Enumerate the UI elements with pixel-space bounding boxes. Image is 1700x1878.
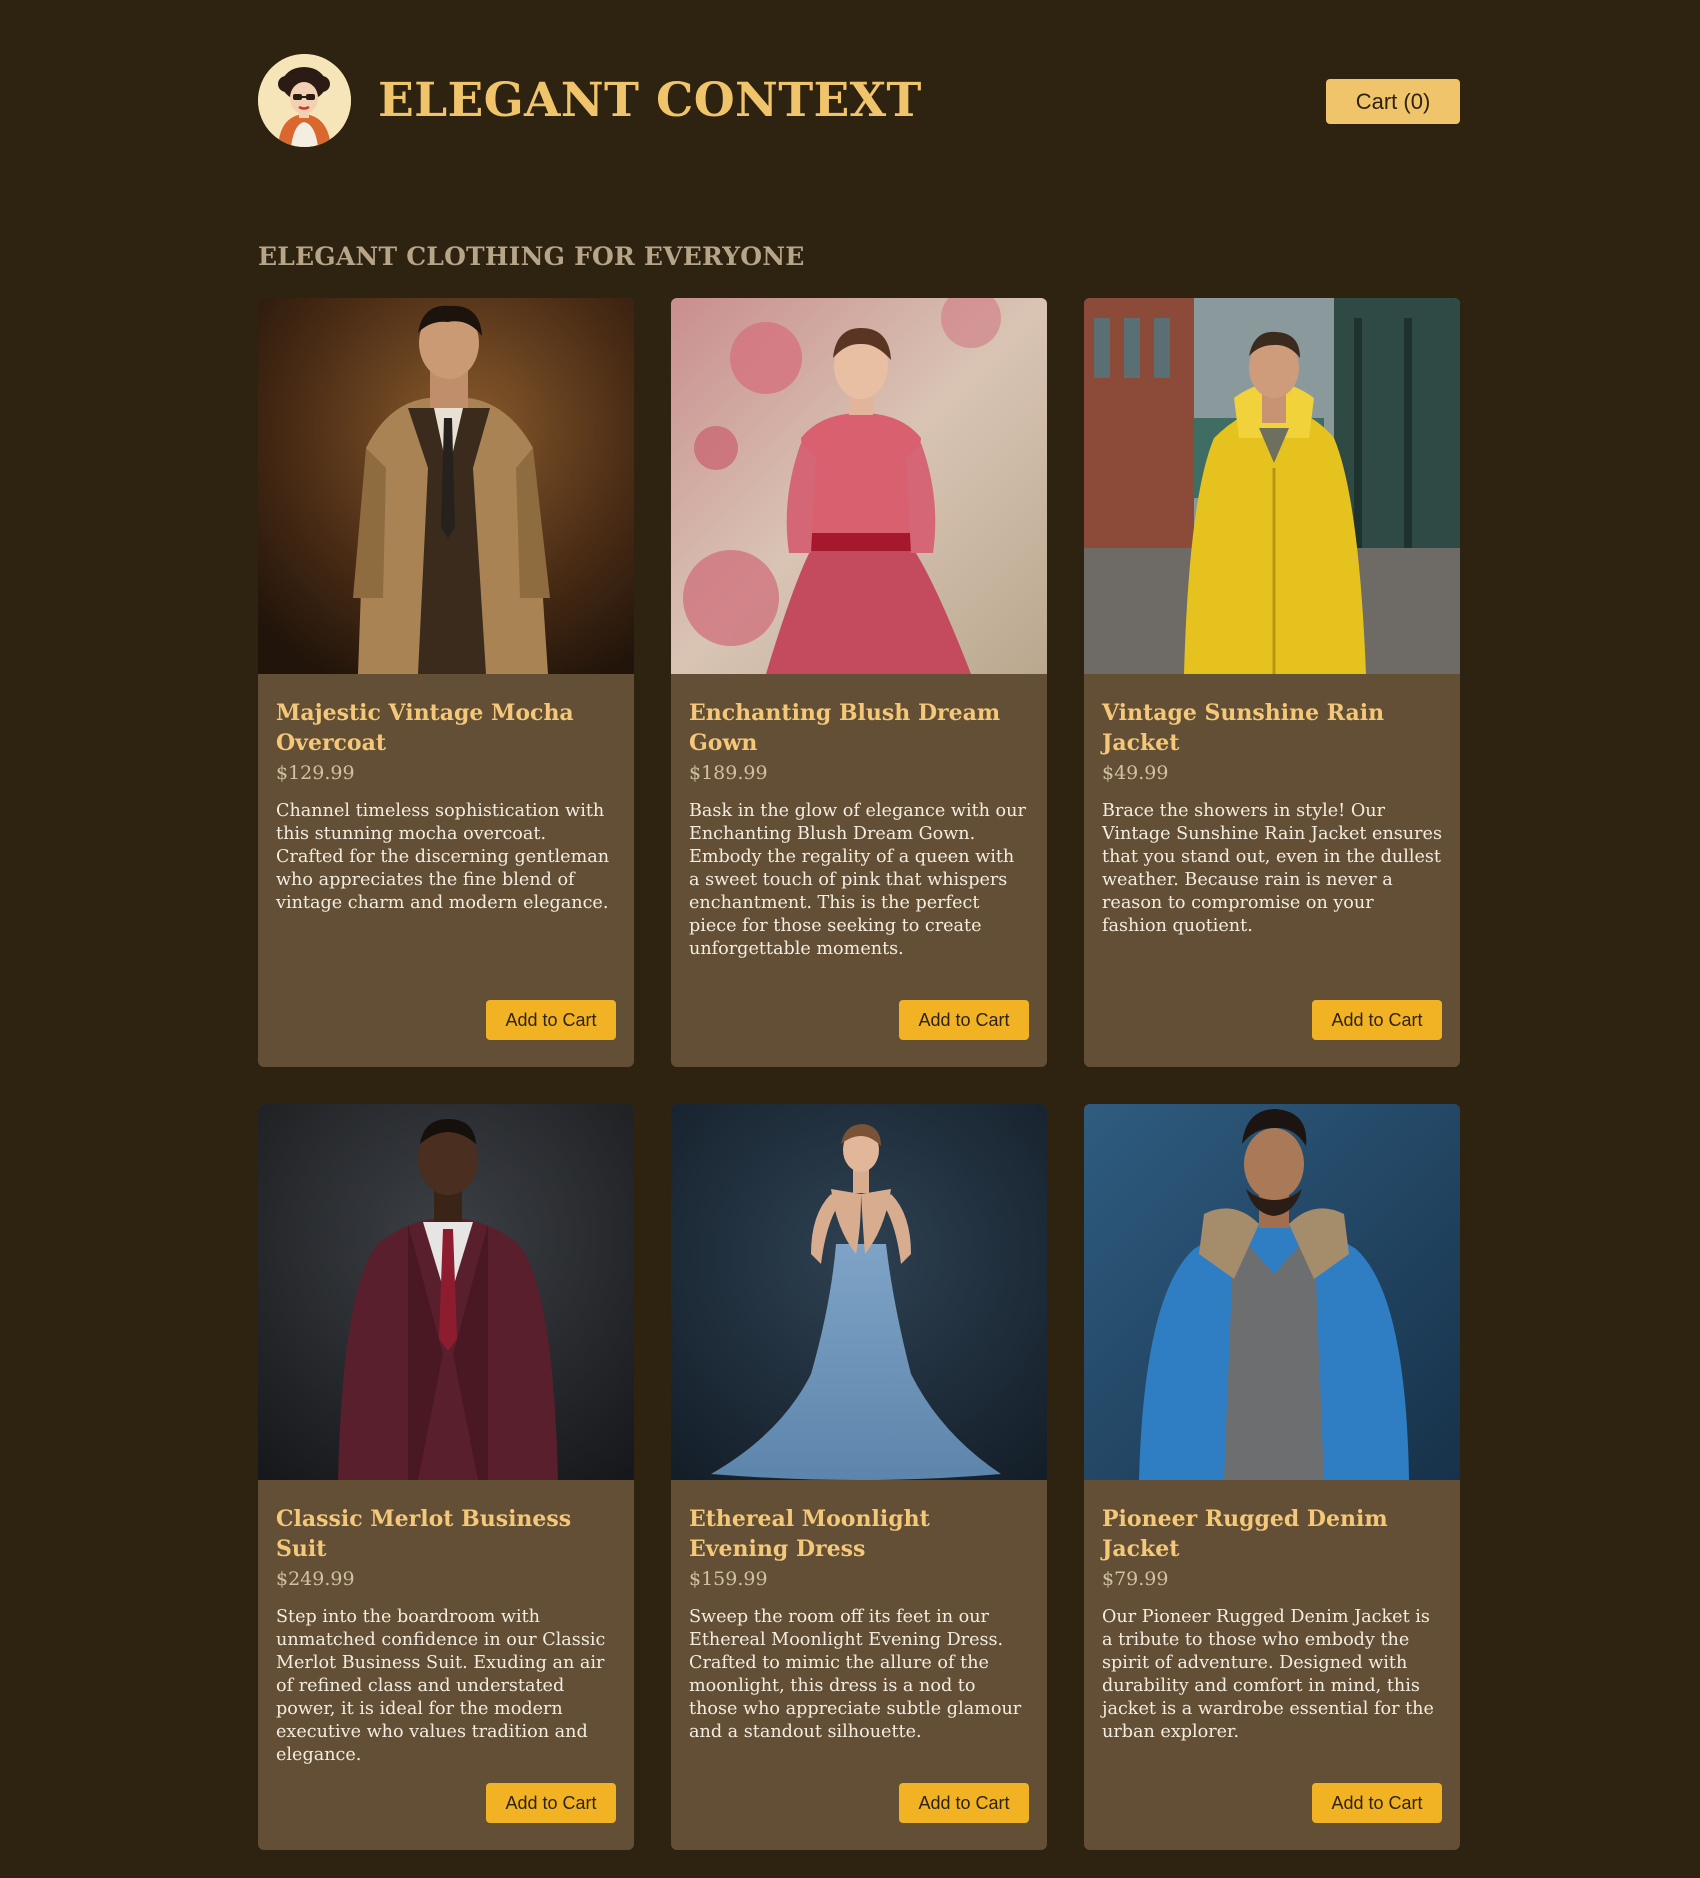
product-title[interactable]: Majestic Vintage Mocha Overcoat [276, 698, 616, 758]
product-image[interactable] [1084, 298, 1460, 674]
section-heading: ELEGANT CLOTHING FOR EVERYONE [258, 242, 805, 271]
product-description: Sweep the room off its feet in our Ether… [689, 1607, 1022, 1742]
product-card-body: Enchanting Blush Dream Gown $189.99 Bask… [671, 674, 1047, 961]
product-image[interactable] [1084, 1104, 1460, 1480]
product-card-body: Majestic Vintage Mocha Overcoat $129.99 … [258, 674, 634, 915]
product-title[interactable]: Ethereal Moonlight Evening Dress [689, 1504, 1029, 1564]
product-price: $49.99 [1102, 762, 1169, 784]
brand-logo[interactable] [258, 54, 351, 147]
man-denim-jacket-photo-icon [1084, 1104, 1460, 1480]
man-suit-photo-icon [258, 1104, 634, 1480]
product-price: $159.99 [689, 1568, 768, 1590]
woman-gown-photo-icon [671, 298, 1047, 674]
man-raincoat-photo-icon [1084, 298, 1460, 674]
product-image[interactable] [671, 1104, 1047, 1480]
product-description: Channel timeless sophistication with thi… [276, 801, 610, 913]
product-image[interactable] [258, 1104, 634, 1480]
product-card-body: Pioneer Rugged Denim Jacket $79.99 Our P… [1084, 1480, 1460, 1744]
product-card: Classic Merlot Business Suit $249.99 Ste… [258, 1104, 634, 1850]
add-to-cart-button[interactable]: Add to Cart [1312, 1000, 1442, 1040]
add-to-cart-button[interactable]: Add to Cart [1312, 1783, 1442, 1823]
product-card-body: Vintage Sunshine Rain Jacket $49.99 Brac… [1084, 674, 1460, 938]
product-title[interactable]: Vintage Sunshine Rain Jacket [1102, 698, 1442, 758]
site-header: ELEGANT CONTEXT Cart (0) [258, 0, 1460, 210]
product-image[interactable] [671, 298, 1047, 674]
cart-button[interactable]: Cart (0) [1326, 79, 1460, 124]
site-title: ELEGANT CONTEXT [378, 73, 922, 128]
add-to-cart-button[interactable]: Add to Cart [486, 1783, 616, 1823]
product-description: Step into the boardroom with unmatched c… [276, 1607, 606, 1765]
product-card: Majestic Vintage Mocha Overcoat $129.99 … [258, 298, 634, 1067]
product-image[interactable] [258, 298, 634, 674]
product-card-body: Ethereal Moonlight Evening Dress $159.99… [671, 1480, 1047, 1744]
product-card: Ethereal Moonlight Evening Dress $159.99… [671, 1104, 1047, 1850]
product-price: $189.99 [689, 762, 768, 784]
product-description: Our Pioneer Rugged Denim Jacket is a tri… [1102, 1607, 1434, 1742]
woman-evening-dress-photo-icon [671, 1104, 1047, 1480]
add-to-cart-button[interactable]: Add to Cart [899, 1783, 1029, 1823]
add-to-cart-button[interactable]: Add to Cart [486, 1000, 616, 1040]
man-overcoat-photo-icon [258, 298, 634, 674]
product-price: $249.99 [276, 1568, 355, 1590]
product-price: $79.99 [1102, 1568, 1169, 1590]
add-to-cart-button[interactable]: Add to Cart [899, 1000, 1029, 1040]
product-description: Bask in the glow of elegance with our En… [689, 801, 1026, 959]
product-description: Brace the showers in style! Our Vintage … [1102, 801, 1442, 936]
product-card: Pioneer Rugged Denim Jacket $79.99 Our P… [1084, 1104, 1460, 1850]
page-container: ELEGANT CONTEXT Cart (0) ELEGANT CLOTHIN… [258, 0, 1460, 1850]
product-grid: Majestic Vintage Mocha Overcoat $129.99 … [258, 298, 1460, 1850]
product-card: Enchanting Blush Dream Gown $189.99 Bask… [671, 298, 1047, 1067]
product-title[interactable]: Classic Merlot Business Suit [276, 1504, 616, 1564]
woman-portrait-icon [258, 54, 351, 147]
product-card-body: Classic Merlot Business Suit $249.99 Ste… [258, 1480, 634, 1767]
product-title[interactable]: Enchanting Blush Dream Gown [689, 698, 1029, 758]
product-title[interactable]: Pioneer Rugged Denim Jacket [1102, 1504, 1442, 1564]
product-card: Vintage Sunshine Rain Jacket $49.99 Brac… [1084, 298, 1460, 1067]
product-price: $129.99 [276, 762, 355, 784]
